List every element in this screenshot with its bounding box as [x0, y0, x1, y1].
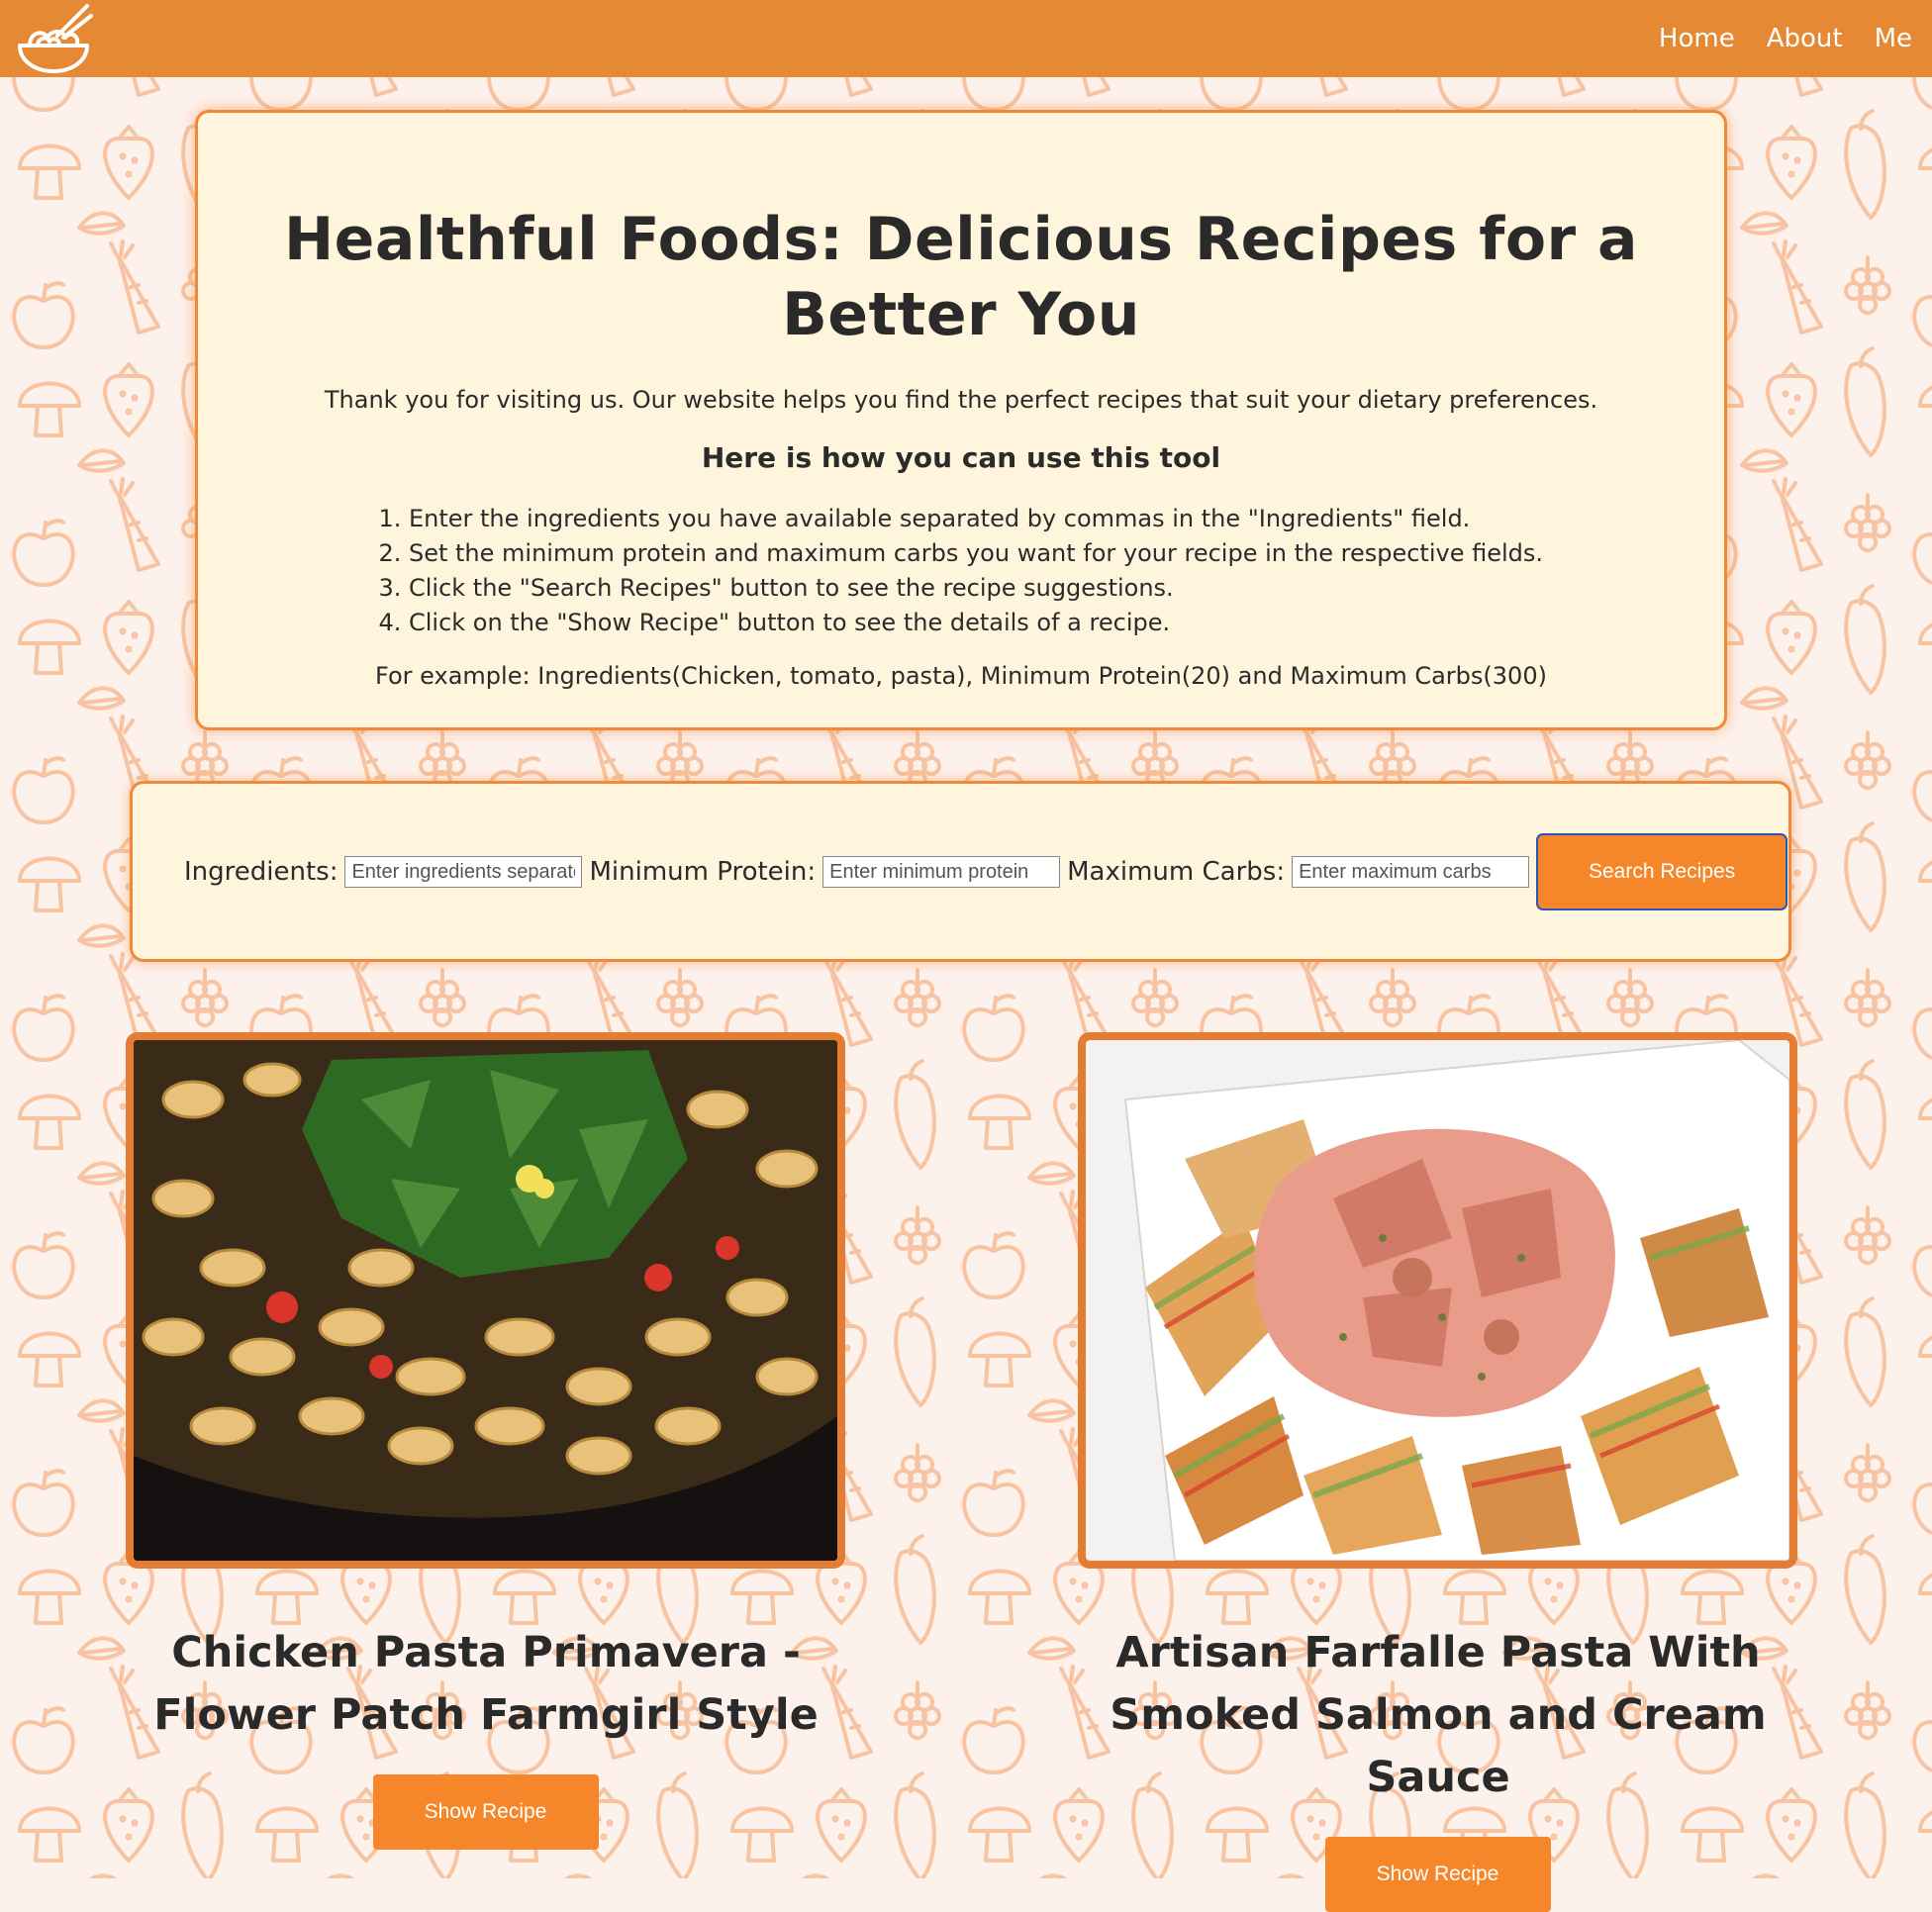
recipe-card: Artisan Farfalle Pasta With Smoked Salmo…	[1078, 1032, 1797, 1912]
recipe-image[interactable]	[1078, 1032, 1797, 1569]
recipe-card: Chicken Pasta Primavera - Flower Patch F…	[126, 1032, 845, 1850]
intro-card: Healthful Foods: Delicious Recipes for a…	[195, 110, 1727, 730]
usage-example: For example: Ingredients(Chicken, tomato…	[375, 662, 1547, 690]
top-navbar: Home About Me	[0, 0, 1932, 77]
instructions-heading: Here is how you can use this tool	[701, 441, 1221, 474]
instruction-step: Set the minimum protein and maximum carb…	[409, 536, 1543, 571]
maximum-carbs-label: Maximum Carbs:	[1067, 857, 1286, 887]
recipe-title: Artisan Farfalle Pasta With Smoked Salmo…	[1110, 1628, 1767, 1802]
instruction-step: Click on the "Show Recipe" button to see…	[409, 606, 1543, 640]
instruction-step: Click the "Search Recipes" button to see…	[409, 571, 1543, 606]
pasta-primavera-photo	[134, 1040, 837, 1561]
page-title: Healthful Foods: Delicious Recipes for a…	[283, 205, 1639, 349]
ingredients-label: Ingredients:	[184, 857, 338, 887]
search-recipes-button[interactable]: Search Recipes	[1536, 833, 1788, 910]
nav-link-about[interactable]: About	[1767, 24, 1843, 53]
minimum-protein-label: Minimum Protein:	[589, 857, 817, 887]
instructions-list: Enter the ingredients you have available…	[379, 502, 1543, 640]
intro-description: Thank you for visiting us. Our website h…	[324, 386, 1598, 414]
ingredients-input[interactable]	[344, 856, 583, 888]
nav-link-home[interactable]: Home	[1659, 24, 1735, 53]
minimum-protein-input[interactable]	[822, 856, 1061, 888]
show-recipe-button[interactable]: Show Recipe	[1324, 1837, 1551, 1912]
maximum-carbs-input[interactable]	[1292, 856, 1530, 888]
noodle-bowl-icon[interactable]	[14, 2, 93, 75]
farfalle-salmon-photo	[1086, 1040, 1789, 1561]
recipe-title: Chicken Pasta Primavera - Flower Patch F…	[153, 1628, 819, 1740]
search-form-card: Ingredients: Minimum Protein: Maximum Ca…	[130, 781, 1791, 962]
search-form: Ingredients: Minimum Protein: Maximum Ca…	[184, 833, 1788, 910]
nav-link-me[interactable]: Me	[1875, 24, 1912, 53]
recipe-image[interactable]	[126, 1032, 845, 1569]
instruction-step: Enter the ingredients you have available…	[409, 502, 1543, 536]
show-recipe-button[interactable]: Show Recipe	[372, 1774, 599, 1850]
nav-links: Home About Me	[1659, 0, 1912, 77]
